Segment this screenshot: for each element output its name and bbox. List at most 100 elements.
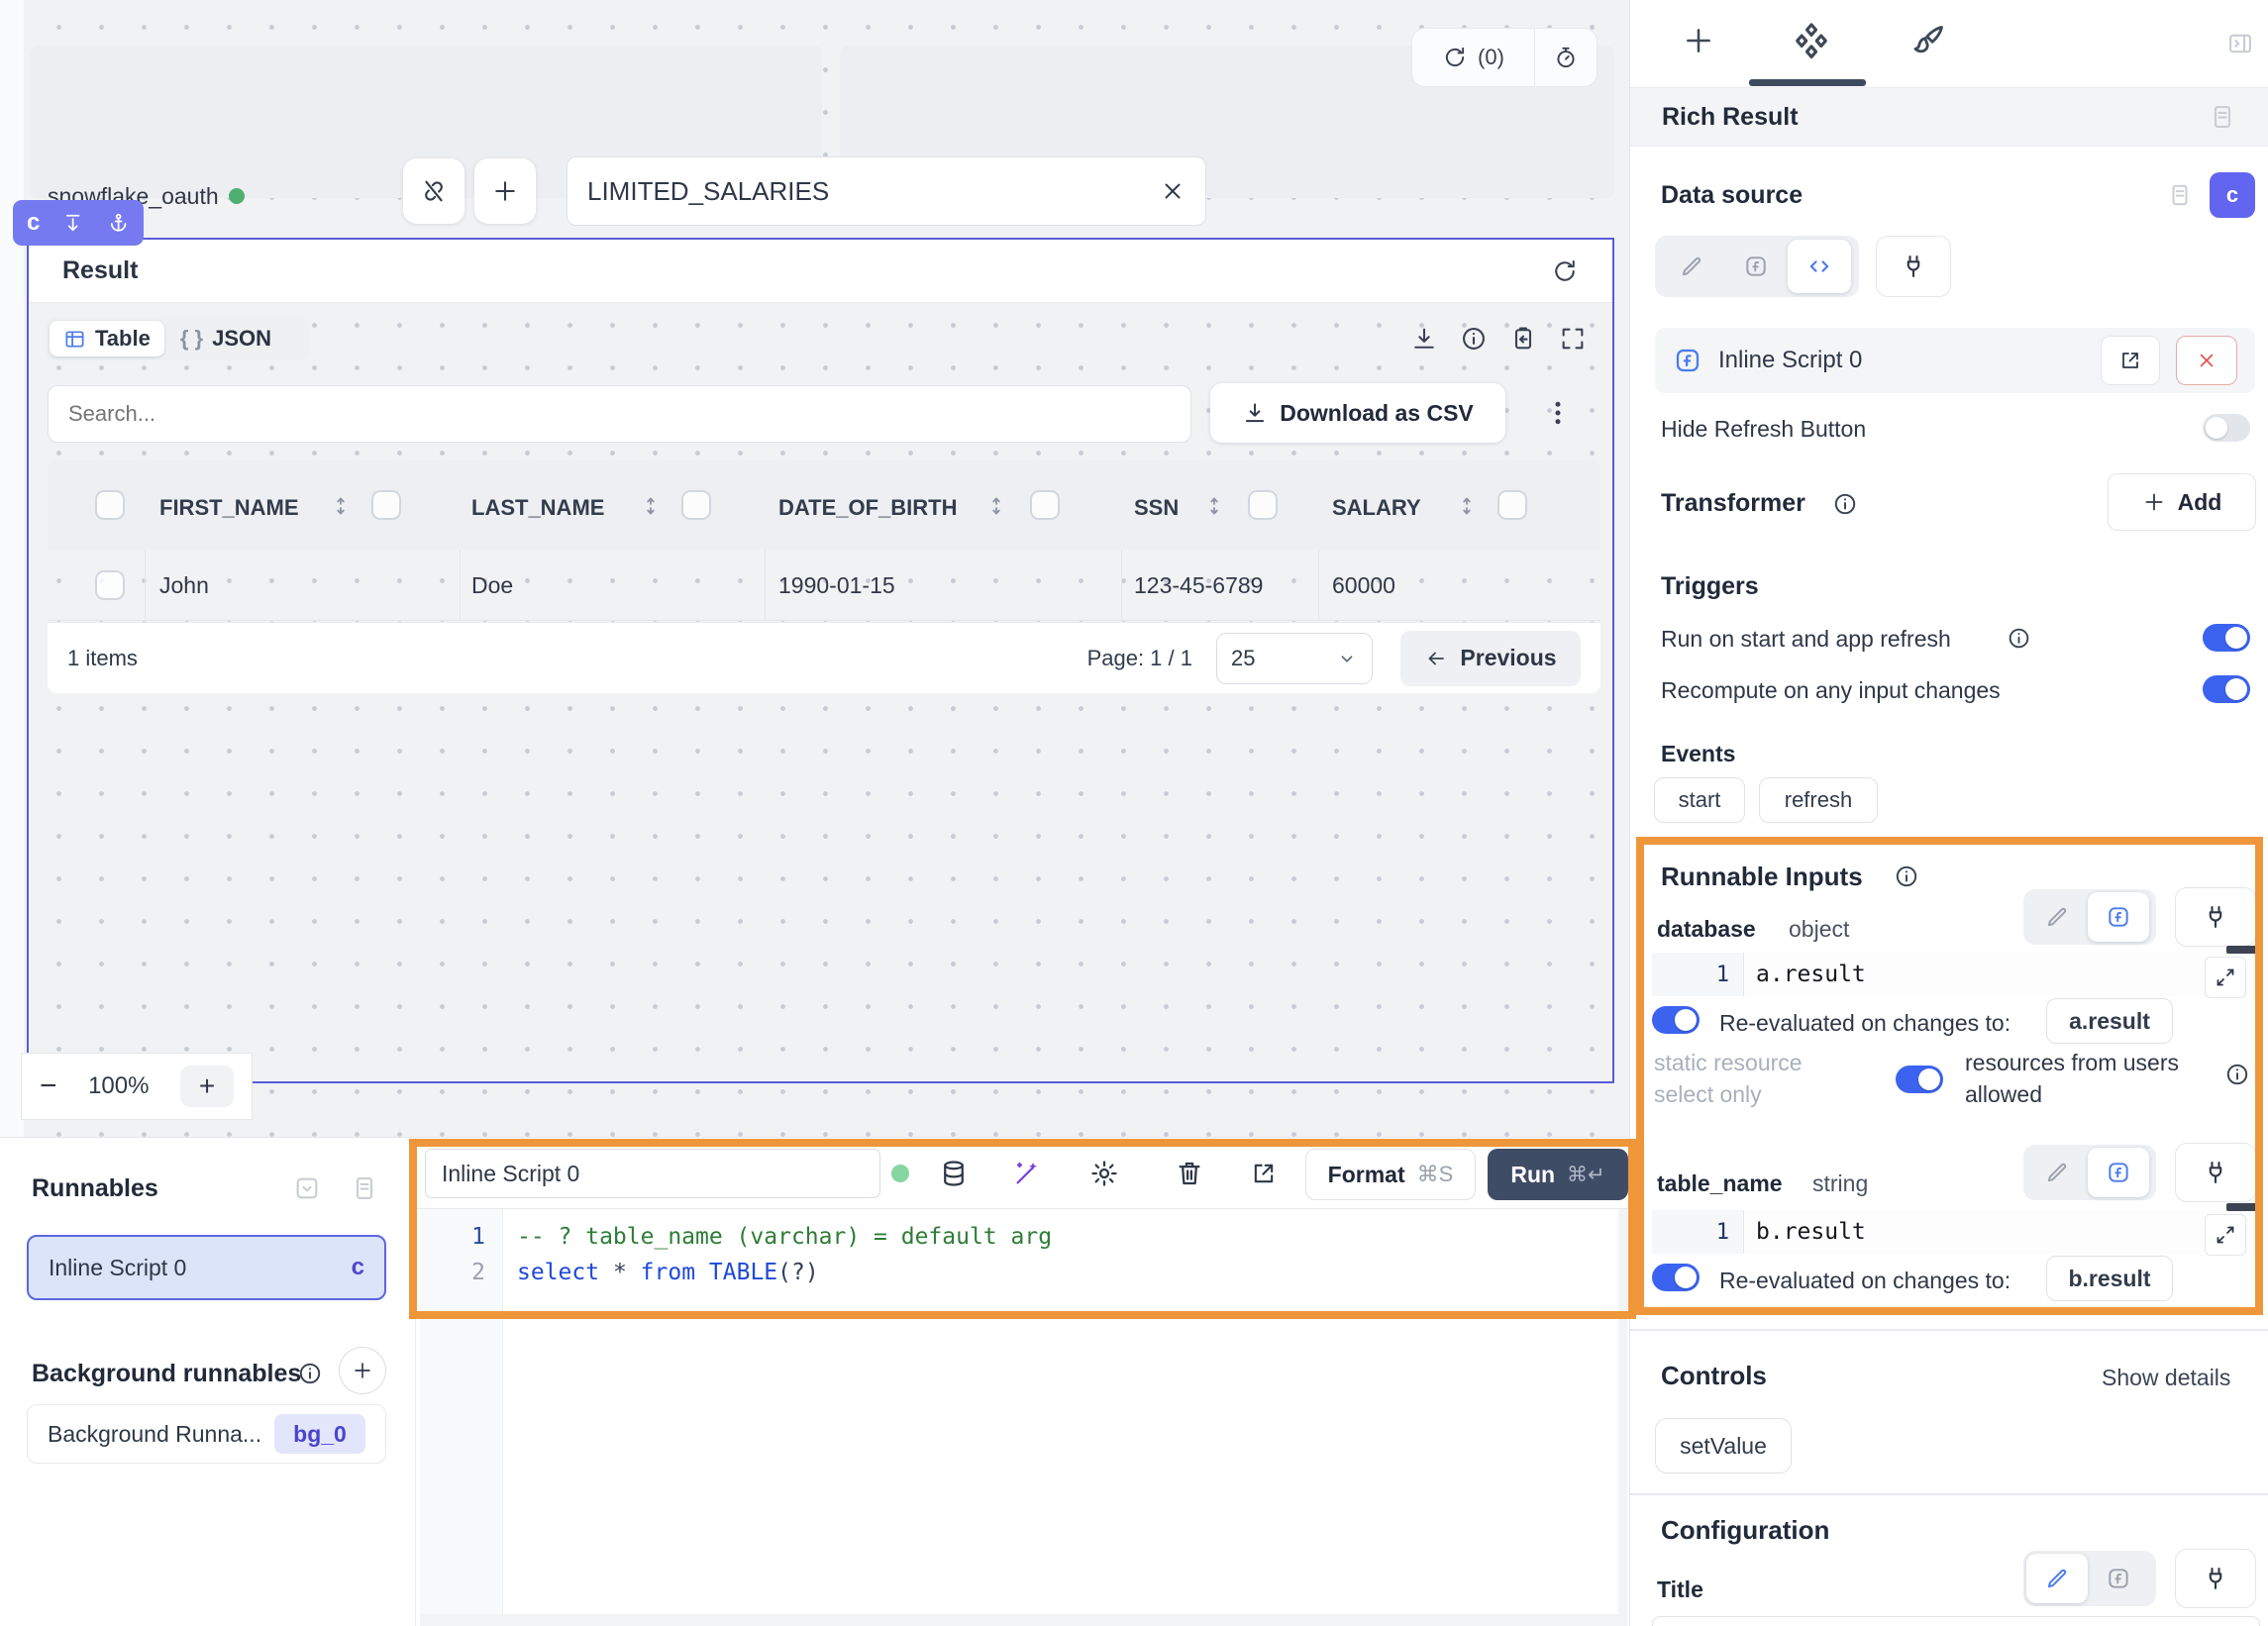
table-name-reeval-toggle[interactable] [1652, 1264, 1700, 1291]
copy-result-icon[interactable] [1509, 325, 1537, 353]
title-input-partial[interactable] [1652, 1616, 2260, 1626]
add-query-button[interactable] [474, 158, 536, 224]
info-icon[interactable] [1894, 864, 1919, 889]
tab-json[interactable]: { } JSON [168, 321, 283, 356]
expand-code-button[interactable] [2205, 957, 2246, 998]
move-down-icon[interactable] [61, 211, 84, 235]
mini-scrollbar[interactable] [2226, 1203, 2258, 1211]
column-checkbox[interactable] [1030, 490, 1060, 520]
event-refresh-pill[interactable]: refresh [1759, 777, 1878, 823]
hide-refresh-toggle[interactable] [2203, 414, 2250, 442]
column-checkbox[interactable] [371, 490, 401, 520]
history-button[interactable] [1535, 45, 1597, 70]
database-dep-pill[interactable]: a.result [2046, 998, 2173, 1044]
zoom-in-button[interactable]: + [180, 1066, 234, 1107]
download-csv-button[interactable]: Download as CSV [1210, 383, 1505, 443]
table-select[interactable]: LIMITED_SALARIES [567, 156, 1206, 226]
table-menu-kebab-icon[interactable] [1543, 398, 1573, 428]
run-button[interactable]: Run ⌘↵ [1488, 1149, 1628, 1200]
column-header[interactable]: SSN [1134, 495, 1179, 521]
setvalue-control-pill[interactable]: setValue [1655, 1418, 1792, 1474]
row-checkbox[interactable] [95, 570, 125, 600]
fullscreen-icon[interactable] [1559, 325, 1587, 353]
editor-hscrollbar[interactable] [420, 1614, 1620, 1626]
run-on-start-toggle[interactable] [2203, 624, 2250, 652]
expand-editor-icon[interactable] [1250, 1160, 1278, 1187]
open-script-button[interactable] [2101, 336, 2160, 385]
info-icon[interactable] [2007, 626, 2031, 651]
column-checkbox[interactable] [1248, 490, 1278, 520]
column-checkbox[interactable] [1497, 490, 1527, 520]
info-icon[interactable] [1460, 325, 1488, 353]
add-background-runnable-button[interactable] [339, 1347, 386, 1394]
anchor-icon[interactable] [107, 211, 130, 235]
refresh-count-button[interactable]: (0) [1412, 45, 1534, 70]
sort-icon[interactable] [1455, 494, 1479, 518]
fx-mode-button[interactable] [2088, 1148, 2149, 1197]
list-view-icon[interactable] [351, 1174, 378, 1202]
linked-script-row[interactable]: Inline Script 0 [1655, 328, 2255, 393]
sql-code-line[interactable]: select * from TABLE(?) [517, 1260, 819, 1285]
info-icon[interactable] [1832, 491, 1858, 517]
previous-page-button[interactable]: Previous [1400, 631, 1581, 686]
sort-icon[interactable] [639, 494, 663, 518]
table-search[interactable] [48, 385, 1191, 443]
title-connect-button[interactable] [2175, 1549, 2256, 1608]
select-all-checkbox[interactable] [95, 490, 125, 520]
background-runnable-item[interactable]: Background Runna... bg_0 [27, 1404, 386, 1464]
database-icon[interactable] [939, 1159, 969, 1188]
docs-icon[interactable] [2209, 103, 2236, 131]
result-refresh-icon[interactable] [1551, 257, 1579, 285]
components-tab-icon[interactable] [1791, 20, 1832, 61]
docs-icon[interactable] [2167, 182, 2193, 208]
table-name-connect-button[interactable] [2175, 1143, 2256, 1202]
sort-icon[interactable] [329, 494, 353, 518]
expand-code-button[interactable] [2205, 1214, 2246, 1256]
recompute-toggle[interactable] [2203, 675, 2250, 703]
zoom-out-button[interactable]: − [40, 1069, 57, 1103]
clear-icon[interactable] [1160, 178, 1186, 204]
info-icon[interactable] [2224, 1062, 2250, 1087]
connect-source-button[interactable] [1876, 236, 1951, 297]
mini-scrollbar[interactable] [2226, 946, 2258, 954]
download-icon[interactable] [1410, 325, 1438, 353]
static-mode-button[interactable] [1659, 254, 1724, 279]
collapse-all-icon[interactable] [293, 1174, 321, 1202]
editor-name-input-wrap[interactable] [425, 1149, 880, 1198]
insert-tab-plus-icon[interactable] [1682, 24, 1715, 57]
fx-mode-button[interactable] [2088, 892, 2149, 942]
fx-mode-button[interactable] [1724, 254, 1788, 279]
unlink-button[interactable] [403, 158, 464, 224]
event-start-pill[interactable]: start [1654, 777, 1745, 823]
static-mode-button[interactable] [2026, 1554, 2088, 1603]
resources-from-users-toggle[interactable] [1896, 1066, 1943, 1093]
database-reeval-toggle[interactable] [1652, 1006, 1700, 1034]
sort-icon[interactable] [1202, 494, 1226, 518]
styles-tab-brush-icon[interactable] [1909, 22, 1947, 59]
ai-wand-icon[interactable] [1012, 1159, 1042, 1188]
column-header[interactable]: FIRST_NAME [159, 495, 299, 521]
remove-script-button[interactable] [2176, 336, 2237, 385]
settings-gear-icon[interactable] [1089, 1159, 1119, 1188]
column-header[interactable]: DATE_OF_BIRTH [778, 495, 958, 521]
static-mode-button[interactable] [2026, 904, 2088, 930]
database-connect-button[interactable] [2175, 887, 2256, 947]
table-name-dep-pill[interactable]: b.result [2046, 1256, 2173, 1301]
show-details-link[interactable]: Show details [2102, 1365, 2230, 1391]
fx-mode-button[interactable] [2088, 1566, 2149, 1591]
runnable-item-selected[interactable]: Inline Script 0 c [27, 1235, 386, 1300]
format-button[interactable]: Format ⌘S [1305, 1149, 1476, 1200]
component-id-badge[interactable]: c [2210, 172, 2255, 218]
column-header[interactable]: SALARY [1332, 495, 1421, 521]
collapse-panel-icon[interactable] [2226, 30, 2254, 57]
editor-vscrollbar[interactable] [1618, 1209, 1627, 1626]
column-header[interactable]: LAST_NAME [471, 495, 604, 521]
column-checkbox[interactable] [681, 490, 711, 520]
table-name-value-editor[interactable]: 1 b.result [1652, 1210, 2260, 1254]
tab-table[interactable]: Table [50, 321, 164, 356]
sql-comment-line[interactable]: -- ? table_name (varchar) = default arg [517, 1224, 1052, 1250]
add-transformer-button[interactable]: Add [2108, 473, 2256, 531]
sort-icon[interactable] [984, 494, 1008, 518]
database-value-editor[interactable]: 1 a.result [1652, 953, 2260, 996]
info-icon[interactable] [297, 1361, 323, 1386]
